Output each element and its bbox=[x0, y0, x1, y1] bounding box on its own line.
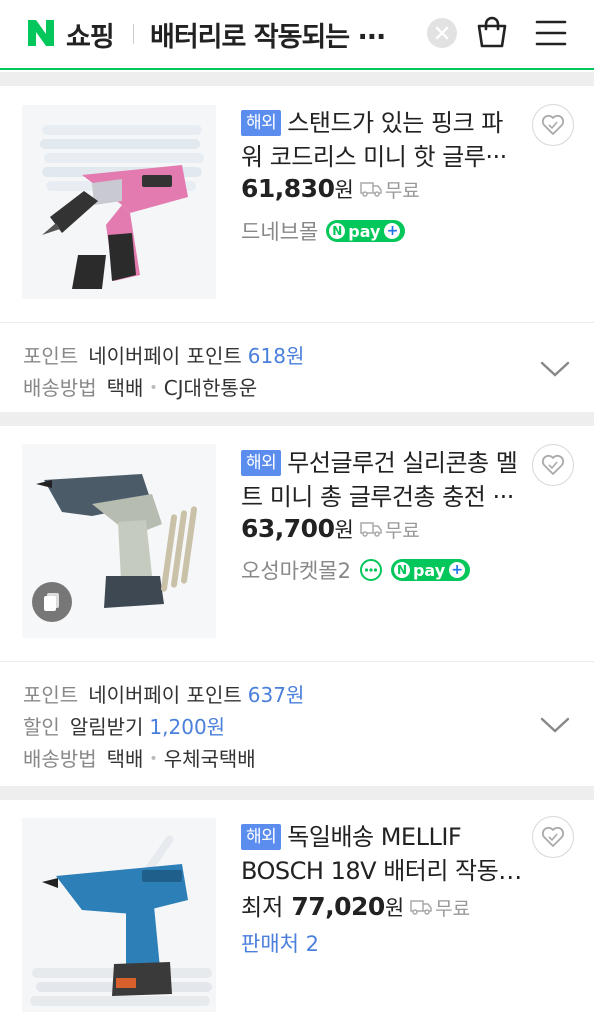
points-row: 포인트 네이버페이 포인트 637원 bbox=[23, 679, 304, 708]
truck-icon bbox=[410, 900, 432, 915]
section-gap bbox=[0, 72, 594, 86]
price-prefix: 최저 bbox=[241, 895, 284, 921]
delivery-row: 배송방법 택배 • 우체국택배 bbox=[23, 743, 256, 772]
naver-logo-icon[interactable] bbox=[26, 18, 56, 48]
copy-icon bbox=[44, 593, 59, 611]
naver-n-icon: N bbox=[329, 223, 346, 239]
product-price: 61,830 bbox=[241, 174, 335, 203]
points-row: 포인트 네이버페이 포인트 618원 bbox=[23, 340, 304, 369]
product-image[interactable] bbox=[22, 105, 216, 299]
product-title-text[interactable]: 독일배송 MELLIF BOSCH 18V 배터리 작동 풀 사··· bbox=[241, 823, 522, 888]
points-value: 637원 bbox=[247, 683, 305, 707]
delivery-type: 택배 bbox=[106, 376, 144, 400]
shipping-info: 무료 bbox=[410, 894, 470, 921]
close-icon bbox=[435, 26, 449, 40]
points-name: 네이버페이 포인트 bbox=[88, 683, 242, 707]
courier-name: CJ대한통운 bbox=[163, 376, 258, 400]
npay-badge: Npay + bbox=[326, 220, 406, 242]
product-title[interactable]: 해외 스탠드가 있는 핑크 파워 코드리스 미니 핫 글루··· bbox=[241, 106, 523, 174]
dot-separator: • bbox=[149, 380, 158, 396]
product-title[interactable]: 해외 무선글루건 실리콘총 멜트 미니 총 글루건총 충전 ··· bbox=[241, 446, 523, 514]
shipping-free: 무료 bbox=[384, 519, 420, 542]
dot-separator: • bbox=[149, 751, 158, 767]
wishlist-button[interactable] bbox=[532, 104, 574, 146]
mall-row: 드네브몰 Npay + bbox=[241, 216, 406, 246]
npay-label: pay bbox=[348, 221, 381, 241]
price-unit: 원 bbox=[334, 518, 354, 542]
wishlist-button[interactable] bbox=[532, 444, 574, 486]
points-label: 포인트 bbox=[23, 683, 79, 707]
seller-count-link[interactable]: 판매처 2 bbox=[241, 928, 319, 958]
plus-icon: + bbox=[449, 562, 466, 578]
points-value: 618원 bbox=[247, 344, 305, 368]
discount-label: 할인 bbox=[23, 715, 60, 739]
discount-value: 1,200원 bbox=[149, 715, 226, 739]
blue-glue-gun-image bbox=[22, 818, 216, 1012]
wishlist-button[interactable] bbox=[532, 816, 574, 858]
courier-name: 우체국택배 bbox=[163, 747, 256, 771]
shopping-title[interactable]: 쇼핑 bbox=[66, 15, 115, 54]
product-price: 63,700 bbox=[241, 514, 335, 543]
gallery-icon[interactable] bbox=[32, 582, 72, 622]
shipping-info: 무료 bbox=[360, 176, 420, 203]
delivery-type: 택배 bbox=[106, 747, 144, 771]
shipping-free: 무료 bbox=[384, 179, 420, 202]
points-label: 포인트 bbox=[23, 344, 79, 368]
product-card[interactable]: 해외독일배송 MELLIF BOSCH 18V 배터리 작동 풀 사··· 최저… bbox=[0, 800, 594, 1024]
heart-icon bbox=[541, 826, 565, 847]
card-divider bbox=[0, 661, 594, 662]
naver-n-icon: N bbox=[393, 562, 410, 578]
shipping-info: 무료 bbox=[360, 516, 420, 543]
npay-badge: Npay + bbox=[390, 559, 471, 581]
overseas-badge: 해외 bbox=[241, 824, 282, 850]
overseas-badge: 해외 bbox=[241, 110, 282, 136]
heart-icon bbox=[541, 454, 565, 475]
delivery-row: 배송방법 택배 • CJ대한통운 bbox=[23, 372, 257, 401]
product-title-text[interactable]: 무선글루건 실리콘총 멜트 미니 총 글루건총 충전 ··· bbox=[241, 449, 518, 511]
overseas-badge: 해외 bbox=[241, 450, 282, 476]
pink-glue-gun-image bbox=[22, 105, 216, 299]
truck-icon bbox=[360, 182, 382, 197]
menu-icon[interactable] bbox=[535, 18, 567, 48]
chevron-down-icon[interactable] bbox=[540, 716, 570, 734]
heart-icon bbox=[541, 114, 565, 135]
product-image[interactable] bbox=[22, 818, 216, 1012]
points-name: 네이버페이 포인트 bbox=[88, 344, 242, 368]
price-unit: 원 bbox=[334, 178, 354, 202]
discount-name: 알림받기 bbox=[69, 715, 144, 739]
mall-name[interactable]: 오성마켓몰2 bbox=[241, 555, 351, 585]
mall-row: 오성마켓몰2 Npay + bbox=[241, 555, 471, 585]
card-divider bbox=[0, 322, 594, 323]
price-row: 63,700 원 무료 bbox=[241, 514, 420, 544]
product-image[interactable] bbox=[22, 444, 216, 638]
section-gap bbox=[0, 412, 594, 426]
shipping-free: 무료 bbox=[435, 897, 471, 920]
price-row: 최저 77,020 원 무료 bbox=[241, 888, 470, 922]
truck-icon bbox=[360, 522, 382, 537]
price-row: 61,830 원 무료 bbox=[241, 174, 420, 204]
shopping-bag-icon[interactable] bbox=[474, 14, 510, 50]
header-separator bbox=[133, 24, 134, 44]
clear-search-button[interactable] bbox=[427, 18, 457, 48]
mall-name[interactable]: 드네브몰 bbox=[241, 216, 318, 246]
plus-icon: + bbox=[384, 223, 401, 239]
product-card[interactable]: 해외 스탠드가 있는 핑크 파워 코드리스 미니 핫 글루··· 61,830 원… bbox=[0, 86, 594, 412]
chevron-down-icon[interactable] bbox=[540, 360, 570, 378]
talktalk-icon[interactable] bbox=[359, 558, 383, 582]
product-price: 77,020 bbox=[291, 892, 385, 921]
section-gap bbox=[0, 786, 594, 800]
delivery-label: 배송방법 bbox=[23, 376, 97, 400]
discount-row: 할인 알림받기 1,200원 bbox=[23, 711, 225, 740]
npay-label: pay bbox=[412, 560, 446, 580]
delivery-label: 배송방법 bbox=[23, 747, 97, 771]
search-query[interactable]: 배터리로 작동되는 ··· bbox=[150, 15, 420, 54]
product-card[interactable]: 해외 무선글루건 실리콘총 멜트 미니 총 글루건총 충전 ··· 63,700 … bbox=[0, 426, 594, 786]
price-unit: 원 bbox=[384, 896, 405, 920]
product-title[interactable]: 해외독일배송 MELLIF BOSCH 18V 배터리 작동 풀 사··· bbox=[241, 820, 523, 888]
top-header: 쇼핑 배터리로 작동되는 ··· bbox=[0, 0, 594, 70]
